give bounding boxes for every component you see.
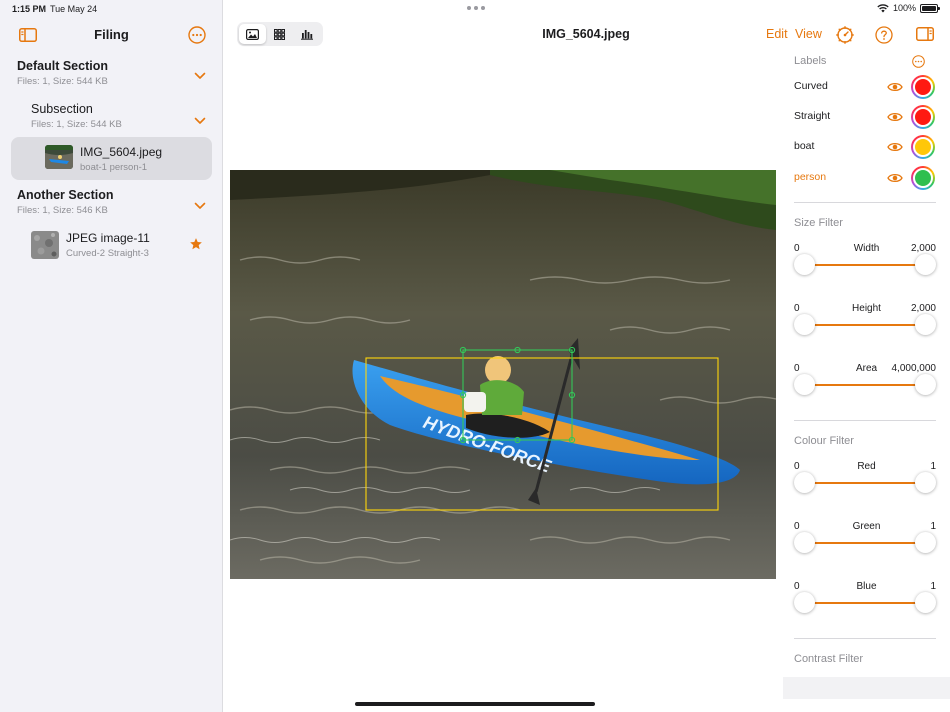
slider-max-knob[interactable] — [915, 532, 936, 553]
slider-max-knob[interactable] — [915, 374, 936, 395]
slider-track — [804, 602, 926, 604]
file-thumbnail — [45, 145, 73, 169]
edit-button[interactable]: Edit — [766, 27, 788, 41]
label-row-curved[interactable]: Curved — [783, 72, 950, 102]
inspector-panel: Labels Curved Straight boat person Size … — [783, 44, 950, 712]
status-time: 1:15 PM — [12, 4, 47, 14]
labels-more-icon[interactable] — [911, 54, 925, 68]
slider-max: 2,000 — [910, 303, 936, 314]
divider — [794, 202, 936, 203]
slider-max-knob[interactable] — [915, 472, 936, 493]
section-meta: Files: 1, Size: 544 KB — [17, 76, 108, 87]
chevron-down-icon[interactable] — [194, 112, 206, 130]
sidebar: 1:15 PM Tue May 24 Filing Default Sectio… — [0, 0, 223, 712]
slider-min-knob[interactable] — [794, 532, 815, 553]
contrast-filter-heading: Contrast Filter — [794, 653, 864, 665]
slider-min-knob[interactable] — [794, 314, 815, 335]
area-range-slider: 0 Area 4,000,000 — [783, 363, 950, 411]
slider-track — [804, 482, 926, 484]
section-meta: Files: 1, Size: 546 KB — [17, 205, 108, 216]
slider-max-knob[interactable] — [915, 314, 936, 335]
home-indicator[interactable] — [355, 702, 595, 706]
slider-track — [804, 542, 926, 544]
slider-name: Green — [852, 521, 881, 532]
inspector-toggle-icon[interactable] — [915, 26, 935, 42]
label-name: boat — [794, 140, 815, 152]
file-thumbnail — [31, 231, 59, 259]
visibility-eye-icon[interactable] — [887, 140, 903, 158]
star-icon[interactable] — [188, 236, 204, 252]
slider-max: 1 — [930, 581, 936, 592]
divider — [794, 638, 936, 639]
colour-filter-heading: Colour Filter — [794, 435, 854, 447]
chevron-down-icon[interactable] — [194, 67, 206, 85]
color-swatch[interactable] — [911, 135, 935, 159]
chart-view-icon[interactable] — [294, 24, 321, 44]
slider-max-knob[interactable] — [915, 592, 936, 613]
slider-max: 4,000,000 — [891, 363, 937, 374]
slider-min-knob[interactable] — [794, 592, 815, 613]
label-name: Curved — [794, 80, 828, 92]
labels-heading: Labels — [794, 55, 827, 67]
red-range-slider: 0 Red 1 — [783, 461, 950, 509]
annotated-image-canvas[interactable]: HYDRO-FORCE — [230, 170, 776, 579]
size-filter-heading: Size Filter — [794, 217, 843, 229]
help-icon[interactable] — [874, 25, 894, 45]
slider-track — [804, 384, 926, 386]
label-name: Straight — [794, 110, 831, 122]
slider-track — [804, 324, 926, 326]
slider-min-knob[interactable] — [794, 374, 815, 395]
divider — [794, 420, 936, 421]
slider-max: 1 — [930, 521, 936, 532]
section-title: Default Section — [17, 59, 108, 73]
chevron-down-icon[interactable] — [194, 197, 206, 215]
file-labels: boat-1 person-1 — [80, 162, 148, 173]
color-swatch[interactable] — [911, 75, 935, 99]
slider-max-knob[interactable] — [915, 254, 936, 275]
settings-gauge-icon[interactable] — [835, 25, 855, 45]
more-options-icon[interactable] — [187, 25, 207, 45]
section-title: Another Section — [17, 188, 114, 202]
panel-footer — [783, 677, 950, 699]
color-swatch[interactable] — [911, 105, 935, 129]
slider-min-knob[interactable] — [794, 472, 815, 493]
slider-track — [804, 264, 926, 266]
multitasking-dots[interactable] — [467, 6, 485, 10]
image-view-icon[interactable] — [239, 24, 267, 44]
label-row-boat[interactable]: boat — [783, 132, 950, 162]
slider-name: Blue — [856, 581, 877, 592]
width-range-slider: 0 Width 2,000 — [783, 243, 950, 291]
label-name: person — [794, 171, 827, 183]
visibility-eye-icon[interactable] — [887, 171, 903, 189]
view-button[interactable]: View — [795, 27, 822, 41]
file-name: JPEG image-11 — [66, 231, 150, 245]
view-mode-segmented-control — [237, 22, 323, 46]
section-title: Subsection — [31, 102, 93, 116]
blue-range-slider: 0 Blue 1 — [783, 581, 950, 629]
slider-max: 1 — [930, 461, 936, 472]
visibility-eye-icon[interactable] — [887, 110, 903, 128]
color-swatch[interactable] — [911, 166, 935, 190]
slider-max: 2,000 — [910, 243, 936, 254]
file-name: IMG_5604.jpeg — [80, 145, 163, 159]
file-labels: Curved-2 Straight-3 — [66, 248, 149, 259]
sidebar-header: Filing — [0, 22, 223, 48]
label-row-straight[interactable]: Straight — [783, 102, 950, 132]
height-range-slider: 0 Height 2,000 — [783, 303, 950, 351]
green-range-slider: 0 Green 1 — [783, 521, 950, 569]
slider-name: Red — [857, 461, 876, 472]
file-row-img-5604[interactable]: IMG_5604.jpeg boat-1 person-1 — [11, 137, 212, 180]
section-meta: Files: 1, Size: 544 KB — [31, 119, 122, 130]
slider-min-knob[interactable] — [794, 254, 815, 275]
file-row-jpeg-image-11[interactable]: JPEG image-11 Curved-2 Straight-3 — [11, 223, 212, 266]
grid-view-icon[interactable] — [266, 24, 293, 44]
status-date: Tue May 24 — [50, 4, 98, 14]
visibility-eye-icon[interactable] — [887, 80, 903, 98]
label-row-person[interactable]: person — [783, 163, 950, 193]
